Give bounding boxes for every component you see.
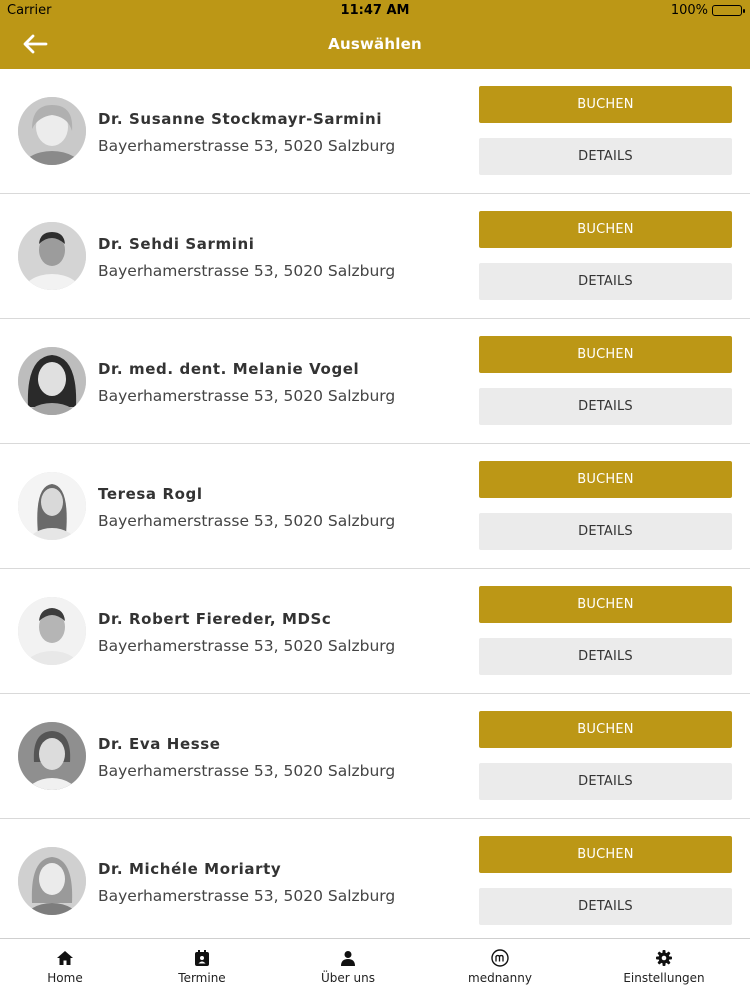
avatar xyxy=(18,97,86,165)
details-button[interactable]: DETAILS xyxy=(479,763,732,800)
details-button[interactable]: DETAILS xyxy=(479,138,732,175)
tab-ueber-uns[interactable]: Über uns xyxy=(278,949,418,985)
doctor-address: Bayerhamerstrasse 53, 5020 Salzburg xyxy=(98,262,396,280)
details-button[interactable]: DETAILS xyxy=(479,638,732,675)
book-button[interactable]: BUCHEN xyxy=(479,336,732,373)
tab-einstellungen[interactable]: Einstellungen xyxy=(594,949,734,985)
doctor-row: Teresa Rogl Bayerhamerstrasse 53, 5020 S… xyxy=(0,444,750,569)
tab-label: mednanny xyxy=(468,971,532,985)
avatar xyxy=(18,472,86,540)
mednanny-icon xyxy=(491,949,509,967)
tab-label: Termine xyxy=(178,971,226,985)
doctor-name: Dr. Robert Fiereder, MDSc xyxy=(98,610,332,628)
doctor-address: Bayerhamerstrasse 53, 5020 Salzburg xyxy=(98,637,396,655)
tab-label: Home xyxy=(47,971,83,985)
tab-label: Über uns xyxy=(321,971,375,985)
details-button[interactable]: DETAILS xyxy=(479,263,732,300)
doctor-address: Bayerhamerstrasse 53, 5020 Salzburg xyxy=(98,512,396,530)
doctor-row: Dr. med. dent. Melanie Vogel Bayerhamers… xyxy=(0,319,750,444)
tab-home[interactable]: Home xyxy=(0,949,135,985)
doctor-row: Dr. Michéle Moriarty Bayerhamerstrasse 5… xyxy=(0,819,750,944)
status-time: 11:47 AM xyxy=(340,3,410,18)
details-button[interactable]: DETAILS xyxy=(479,513,732,550)
details-button[interactable]: DETAILS xyxy=(479,888,732,925)
doctor-name: Dr. Eva Hesse xyxy=(98,735,221,753)
doctor-address: Bayerhamerstrasse 53, 5020 Salzburg xyxy=(98,762,396,780)
doctor-row: Dr. Sehdi Sarmini Bayerhamerstrasse 53, … xyxy=(0,194,750,319)
tab-termine[interactable]: Termine xyxy=(132,949,272,985)
avatar xyxy=(18,597,86,665)
avatar xyxy=(18,722,86,790)
avatar xyxy=(18,847,86,915)
doctor-name: Dr. Michéle Moriarty xyxy=(98,860,282,878)
doctor-row: Dr. Eva Hesse Bayerhamerstrasse 53, 5020… xyxy=(0,694,750,819)
avatar xyxy=(18,347,86,415)
book-button[interactable]: BUCHEN xyxy=(479,836,732,873)
page-title: Auswählen xyxy=(328,35,422,53)
doctor-name: Teresa Rogl xyxy=(98,485,203,503)
doctor-address: Bayerhamerstrasse 53, 5020 Salzburg xyxy=(98,387,396,405)
tab-mednanny[interactable]: mednanny xyxy=(430,949,570,985)
navigation-bar: Carrier 11:47 AM 100% Auswählen xyxy=(0,0,750,69)
book-button[interactable]: BUCHEN xyxy=(479,461,732,498)
tab-bar: Home Termine Über uns mednanny Einstellu… xyxy=(0,938,750,1000)
home-icon xyxy=(57,951,73,965)
tab-label: Einstellungen xyxy=(623,971,705,985)
person-icon xyxy=(341,951,355,966)
doctor-name: Dr. med. dent. Melanie Vogel xyxy=(98,360,360,378)
doctor-address: Bayerhamerstrasse 53, 5020 Salzburg xyxy=(98,137,396,155)
avatar xyxy=(18,222,86,290)
details-button[interactable]: DETAILS xyxy=(479,388,732,425)
battery-icon xyxy=(712,5,745,16)
book-button[interactable]: BUCHEN xyxy=(479,86,732,123)
book-button[interactable]: BUCHEN xyxy=(479,211,732,248)
book-button[interactable]: BUCHEN xyxy=(479,711,732,748)
doctor-row: Dr. Robert Fiereder, MDSc Bayerhamerstra… xyxy=(0,569,750,694)
battery-indicator: 100% xyxy=(670,3,745,18)
doctor-name: Dr. Sehdi Sarmini xyxy=(98,235,255,253)
doctor-name: Dr. Susanne Stockmayr-Sarmini xyxy=(98,110,383,128)
doctor-row: Dr. Susanne Stockmayr-Sarmini Bayerhamer… xyxy=(0,69,750,194)
battery-percent: 100% xyxy=(670,3,708,18)
calendar-icon xyxy=(195,950,209,966)
gear-icon xyxy=(656,950,672,966)
book-button[interactable]: BUCHEN xyxy=(479,586,732,623)
doctor-address: Bayerhamerstrasse 53, 5020 Salzburg xyxy=(98,887,396,905)
